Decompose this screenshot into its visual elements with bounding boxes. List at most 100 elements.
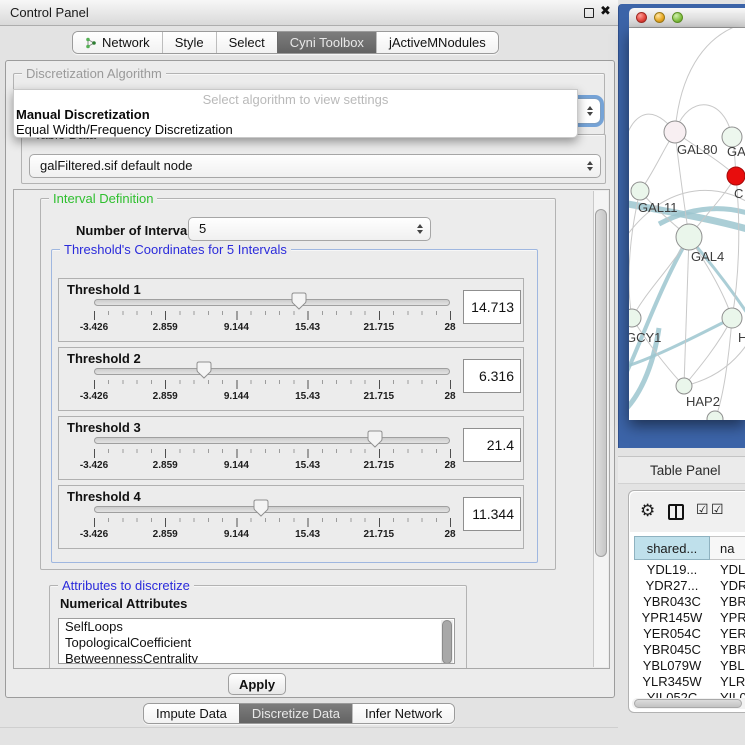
list-item[interactable]: TopologicalCoefficient xyxy=(59,635,454,651)
tick-label: 2.859 xyxy=(153,391,178,402)
threshold-value-field[interactable]: 6.316 xyxy=(463,359,521,393)
column-header-shared-name[interactable]: shared... xyxy=(634,536,710,560)
tick-label: -3.426 xyxy=(80,529,108,540)
tab-impute-data[interactable]: Impute Data xyxy=(144,704,239,723)
table-row[interactable]: YDL19...YDL1 xyxy=(634,562,745,578)
cell-name[interactable]: YIL0 xyxy=(710,690,745,698)
cell-name[interactable]: YBR0 xyxy=(710,642,745,658)
tick-label: -3.426 xyxy=(80,460,108,471)
numerical-attributes-list[interactable]: SelfLoopsTopologicalCoefficientBetweenne… xyxy=(58,618,455,664)
table-row[interactable]: YBR043CYBR0 xyxy=(634,594,745,610)
cell-shared-name[interactable]: YIL052C xyxy=(634,690,710,698)
apply-button[interactable]: Apply xyxy=(228,673,286,695)
threshold-list: Threshold 1 -3.4262.8599.14415.4321.7152… xyxy=(58,278,524,554)
cell-name[interactable]: YLR3 xyxy=(710,674,745,690)
cell-name[interactable]: YDL1 xyxy=(710,562,745,578)
table-data-combobox[interactable]: galFiltered.sif default node xyxy=(29,154,601,178)
column-header-name[interactable]: na xyxy=(710,536,745,560)
network-node[interactable] xyxy=(664,121,686,143)
checkbox-icon[interactable]: ☑ xyxy=(711,502,724,518)
algorithm-dropdown-popup: Select algorithm to view settings Manual… xyxy=(13,89,578,138)
slider-thumb-icon[interactable] xyxy=(367,430,383,448)
tick-label: 9.144 xyxy=(224,322,249,333)
tab-cyni-toolbox[interactable]: Cyni Toolbox xyxy=(277,32,376,53)
network-canvas[interactable]: GAL80GACGAL11GAL4GCY1HHAP2 xyxy=(629,28,745,420)
slider-thumb-icon[interactable] xyxy=(291,292,307,310)
slider-track[interactable] xyxy=(94,299,450,306)
panel-vertical-scrollbar[interactable] xyxy=(593,191,608,667)
checkbox-icon[interactable]: ☑ xyxy=(696,502,709,518)
split-view-icon[interactable] xyxy=(668,504,684,520)
settings-scroll-panel: Interval Definition Number of Intervals … xyxy=(13,189,610,669)
table-row[interactable]: YPR145WYPR1 xyxy=(634,610,745,626)
network-node[interactable] xyxy=(722,308,742,328)
cell-shared-name[interactable]: YDR27... xyxy=(634,578,710,594)
slider-ticks xyxy=(94,518,451,527)
scrollbar-thumb[interactable] xyxy=(634,699,742,708)
cell-shared-name[interactable]: YER054C xyxy=(634,626,710,642)
group-title: Attributes to discretize xyxy=(58,578,194,593)
node-label: GAL80 xyxy=(677,142,717,157)
table-row[interactable]: YLR345WYLR3 xyxy=(634,674,745,690)
number-of-intervals-combobox[interactable]: 5 xyxy=(188,217,431,241)
slider-ticks xyxy=(94,449,451,458)
tab-discretize-data[interactable]: Discretize Data xyxy=(239,704,352,723)
network-window-titlebar[interactable] xyxy=(629,8,745,28)
tick-label: 21.715 xyxy=(364,529,395,540)
network-node[interactable] xyxy=(629,309,641,327)
tick-label: 28 xyxy=(444,391,455,402)
list-scrollbar[interactable] xyxy=(441,620,453,664)
table-row[interactable]: YIL052CYIL0 xyxy=(634,690,745,698)
dropdown-option-equal-width-frequency[interactable]: Equal Width/Frequency Discretization xyxy=(16,122,577,137)
window-minimize-icon[interactable] xyxy=(654,12,665,23)
scrollbar-thumb[interactable] xyxy=(595,209,607,557)
cell-name[interactable]: YPR1 xyxy=(710,610,745,626)
list-item[interactable]: SelfLoops xyxy=(59,619,454,635)
slider-thumb-icon[interactable] xyxy=(196,361,212,379)
gear-icon[interactable]: ⚙ xyxy=(640,501,655,521)
slider-thumb-icon[interactable] xyxy=(253,499,269,517)
tab-select[interactable]: Select xyxy=(216,32,277,53)
threshold-value-field[interactable]: 11.344 xyxy=(463,497,521,531)
float-panel-icon[interactable] xyxy=(584,8,594,18)
number-of-intervals-label: Number of Intervals xyxy=(76,223,198,238)
network-node[interactable] xyxy=(631,182,649,200)
cell-shared-name[interactable]: YDL19... xyxy=(634,562,710,578)
cell-shared-name[interactable]: YPR145W xyxy=(634,610,710,626)
cell-shared-name[interactable]: YBR045C xyxy=(634,642,710,658)
table-horizontal-scrollbar[interactable] xyxy=(632,698,745,709)
tab-infer-network[interactable]: Infer Network xyxy=(352,704,454,723)
table-row[interactable]: YBR045CYBR0 xyxy=(634,642,745,658)
cell-name[interactable]: YER0 xyxy=(710,626,745,642)
network-node[interactable] xyxy=(727,167,745,185)
table-data-value: galFiltered.sif default node xyxy=(40,158,192,173)
window-zoom-icon[interactable] xyxy=(672,12,683,23)
group-title: Discretization Algorithm xyxy=(22,66,166,81)
cell-name[interactable]: YBR0 xyxy=(710,594,745,610)
list-item[interactable]: BetweennessCentrality xyxy=(59,651,454,664)
threshold-value-field[interactable]: 14.713 xyxy=(463,290,521,324)
network-node[interactable] xyxy=(707,411,723,420)
dropdown-option-manual-discretization[interactable]: Manual Discretization xyxy=(16,107,577,122)
cell-shared-name[interactable]: YBR043C xyxy=(634,594,710,610)
cell-name[interactable]: YBL0 xyxy=(710,658,745,674)
tab-network[interactable]: Network xyxy=(73,32,162,53)
table-row[interactable]: YDR27...YDR2 xyxy=(634,578,745,594)
threshold-value-field[interactable]: 21.4 xyxy=(463,428,521,462)
tab-jactivemnodules[interactable]: jActiveMNodules xyxy=(376,32,498,53)
window-close-icon[interactable] xyxy=(636,12,647,23)
table-row[interactable]: YBL079WYBL0 xyxy=(634,658,745,674)
slider-track[interactable] xyxy=(94,368,450,375)
slider-ticks xyxy=(94,311,451,320)
slider-track[interactable] xyxy=(94,506,450,513)
close-icon[interactable]: ✖ xyxy=(600,4,611,19)
combo-stepper-icon xyxy=(587,106,593,116)
slider-track[interactable] xyxy=(94,437,450,444)
table-row[interactable]: YER054CYER0 xyxy=(634,626,745,642)
cell-shared-name[interactable]: YLR345W xyxy=(634,674,710,690)
network-node[interactable] xyxy=(676,224,702,250)
tab-style[interactable]: Style xyxy=(162,32,216,53)
cell-shared-name[interactable]: YBL079W xyxy=(634,658,710,674)
network-node[interactable] xyxy=(676,378,692,394)
cell-name[interactable]: YDR2 xyxy=(710,578,745,594)
